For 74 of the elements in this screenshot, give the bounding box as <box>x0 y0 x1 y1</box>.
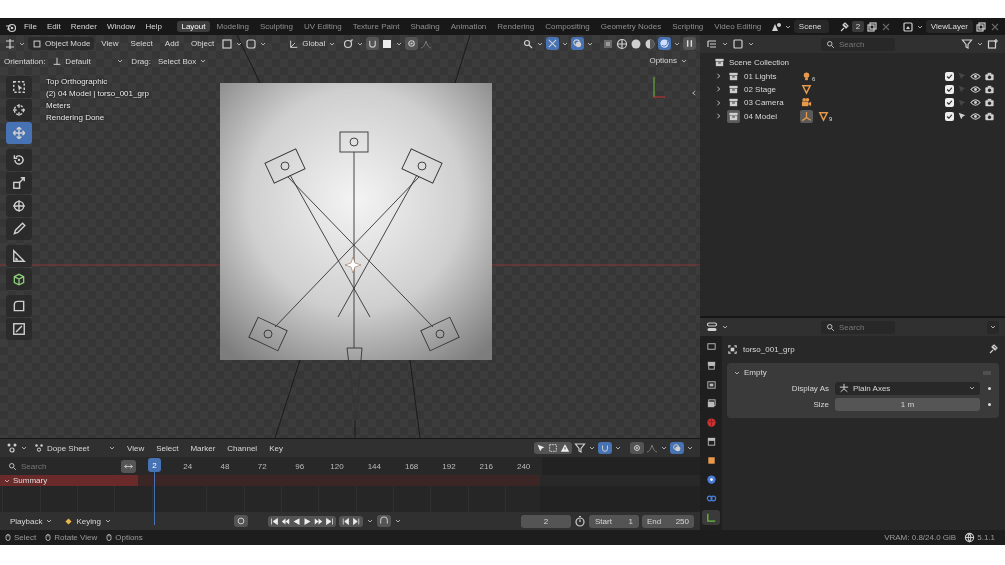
number-field[interactable]: 1 m <box>835 397 980 411</box>
object-name: torso_001_grp <box>743 344 795 354</box>
menu-item[interactable]: Edit <box>42 22 65 31</box>
frame-field[interactable]: 2 <box>521 514 571 528</box>
workspace-tab[interactable]: Sculpting <box>255 21 298 32</box>
frame-tick: 144 <box>366 461 382 471</box>
workspace-tab[interactable]: Layout <box>176 21 210 32</box>
status-hint: Options <box>115 533 143 542</box>
workspace-tab[interactable]: Geometry Nodes <box>596 21 666 32</box>
tree-item[interactable]: 03 Camera <box>744 98 796 108</box>
frame-tick: 168 <box>403 461 420 471</box>
current-frame-marker[interactable]: 2 <box>148 458 161 472</box>
field-label: Size <box>812 399 829 409</box>
end-frame-field[interactable]: End 250 <box>642 514 694 528</box>
version-text: 5.1.1 <box>977 533 995 542</box>
mode-dropdown[interactable]: Object Mode <box>28 37 95 50</box>
workspace-tab[interactable]: Rendering <box>492 21 539 32</box>
start-frame-field[interactable]: Start 1 <box>589 514 639 528</box>
menu-dropdown[interactable]: Playback <box>6 514 58 528</box>
orientation-label: Orientation: <box>4 56 46 66</box>
workspace-tab[interactable]: Compositing <box>540 21 595 32</box>
channel-row[interactable]: Summary <box>0 475 138 486</box>
menu-dropdown[interactable]: Keying <box>60 514 116 528</box>
mode-dropdown[interactable]: Dope Sheet <box>30 441 120 455</box>
field-label: Display As <box>790 383 829 393</box>
menu-item[interactable]: Render <box>66 22 101 31</box>
menu-item[interactable]: Window <box>102 22 140 31</box>
workspace-tab[interactable]: UV Editing <box>299 21 347 32</box>
frame-tick: 24 <box>182 461 194 471</box>
workspace-tab[interactable]: Shading <box>405 21 445 32</box>
workspace-tab[interactable]: Scripting <box>667 21 708 32</box>
frame-tick: 96 <box>294 461 306 471</box>
viewport-info-text: (2) 04 Model | torso_001_grp <box>46 89 150 98</box>
workspace-tab[interactable]: Animation <box>446 21 491 32</box>
transform-orientation-dropdown[interactable]: Global <box>285 37 341 50</box>
viewport-info-text: Meters <box>46 101 72 110</box>
menu-item[interactable]: View <box>122 443 150 453</box>
scene-field[interactable]: Scene <box>793 20 830 33</box>
drag-dropdown[interactable]: Select Box <box>153 54 212 68</box>
menu-item[interactable]: Select <box>125 39 158 48</box>
frame-tick: 48 <box>219 461 231 471</box>
menu-item[interactable]: Key <box>264 443 288 453</box>
frame-tick: 240 <box>515 461 532 471</box>
menu-item[interactable]: File <box>20 22 41 31</box>
vram-usage: VRAM: 0.8/24.0 GiB <box>884 533 957 542</box>
dropdown[interactable]: Plain Axes <box>835 381 980 395</box>
menu-item[interactable]: Channel <box>222 443 263 453</box>
tree-item[interactable]: 01 Lights <box>744 71 796 81</box>
frame-tick: 120 <box>329 461 345 471</box>
panel-header[interactable]: Empty <box>727 365 999 380</box>
frame-tick: 72 <box>256 461 268 471</box>
drag-label: Drag: <box>131 56 151 66</box>
tree-item[interactable]: Scene Collection <box>729 58 790 68</box>
options-dropdown[interactable]: Options <box>645 54 692 67</box>
workspace-tab[interactable]: Modeling <box>212 21 254 32</box>
user-count: 2 <box>851 21 865 32</box>
frame-tick: 192 <box>441 461 457 471</box>
tree-item[interactable]: 04 Model <box>744 111 796 121</box>
menu-item[interactable]: Marker <box>185 443 221 453</box>
status-hint: Select <box>14 533 37 542</box>
menu-item[interactable]: View <box>96 39 124 48</box>
workspace-tab[interactable]: Video Editing <box>709 21 766 32</box>
frame-tick: 216 <box>478 461 494 471</box>
workspace-tab[interactable]: Texture Paint <box>348 21 404 32</box>
menu-item[interactable]: Select <box>151 443 184 453</box>
viewport-info-text: Rendering Done <box>46 113 106 122</box>
orientation-dropdown[interactable]: Default <box>48 54 129 68</box>
view-layer-field[interactable]: ViewLayer <box>925 20 973 33</box>
tree-item[interactable]: 02 Stage <box>744 84 796 94</box>
status-hint: Rotate View <box>54 533 98 542</box>
menu-item[interactable]: Help <box>141 22 166 31</box>
menu-item[interactable]: Object <box>186 39 220 48</box>
viewport-info-text: Top Orthographic <box>46 77 109 86</box>
menu-item[interactable]: Add <box>159 39 185 48</box>
